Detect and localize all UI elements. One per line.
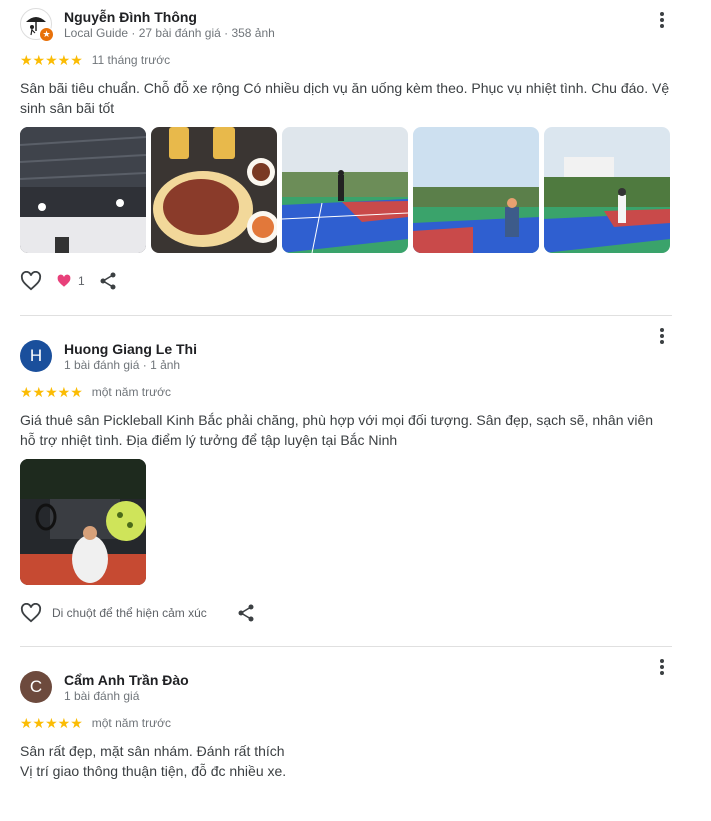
- review-card: ★ Nguyễn Đình Thông Local Guide · 27 bài…: [20, 0, 672, 315]
- like-count: 1: [78, 274, 85, 288]
- review-header: C Cẩm Anh Trần Đào 1 bài đánh giá: [20, 659, 672, 711]
- review-time: một năm trước: [91, 716, 172, 730]
- star-rating: ★★★★★: [20, 714, 83, 731]
- reviewer-avatar[interactable]: C: [20, 671, 52, 703]
- rating-row: ★★★★★ một năm trước: [20, 382, 672, 402]
- vertical-dots-icon: [660, 12, 664, 28]
- rating-row: ★★★★★ một năm trước: [20, 713, 672, 733]
- share-button[interactable]: [237, 604, 255, 622]
- heart-outline-icon: [20, 603, 42, 623]
- review-photo[interactable]: [544, 127, 670, 253]
- review-card: H Huong Giang Le Thi 1 bài đánh giá · 1 …: [20, 315, 672, 646]
- like-button[interactable]: [20, 271, 42, 291]
- review-photo[interactable]: [413, 127, 539, 253]
- reaction-summary[interactable]: 1: [56, 274, 85, 288]
- review-actions: Di chuột để thể hiện cảm xúc: [20, 597, 672, 629]
- more-options-button[interactable]: [652, 324, 672, 348]
- share-button[interactable]: [99, 272, 117, 290]
- share-icon: [100, 272, 116, 290]
- review-text: Giá thuê sân Pickleball Kinh Bắc phải ch…: [20, 412, 654, 448]
- reviewer-avatar[interactable]: ★: [20, 8, 54, 42]
- vertical-dots-icon: [660, 328, 664, 344]
- review-actions: 1: [20, 265, 672, 297]
- reviewer-meta: 1 bài đánh giá: [64, 689, 140, 703]
- reviewer-name[interactable]: Huong Giang Le Thi: [64, 340, 197, 358]
- review-card: C Cẩm Anh Trần Đào 1 bài đánh giá ★★★★★ …: [20, 646, 672, 821]
- review-photo[interactable]: [20, 127, 146, 253]
- star-rating: ★★★★★: [20, 51, 83, 68]
- review-photos: [20, 459, 672, 585]
- more-options-button[interactable]: [652, 8, 672, 32]
- review-text: Sân rất đẹp, mặt sân nhám. Đánh rất thíc…: [20, 741, 672, 781]
- reviewer-name[interactable]: Cẩm Anh Trần Đào: [64, 671, 189, 689]
- review-time: 11 tháng trước: [91, 53, 171, 67]
- reviewer-name[interactable]: Nguyễn Đình Thông: [64, 8, 275, 26]
- react-hint: Di chuột để thể hiện cảm xúc: [52, 606, 207, 620]
- star-rating: ★★★★★: [20, 383, 83, 400]
- avatar-letter: H: [29, 346, 43, 365]
- review-photos: [20, 127, 672, 253]
- reviewer-meta: 1 bài đánh giá · 1 ảnh: [64, 358, 181, 372]
- review-photo[interactable]: [20, 459, 146, 585]
- heart-outline-icon: [20, 271, 42, 291]
- like-button[interactable]: Di chuột để thể hiện cảm xúc: [20, 603, 207, 623]
- review-time: một năm trước: [91, 385, 172, 399]
- review-photo[interactable]: [151, 127, 277, 253]
- local-guide-star-icon: ★: [39, 27, 54, 42]
- heart-filled-icon: [57, 274, 71, 287]
- review-text-line: Vị trí giao thông thuận tiện, đỗ đc nhiề…: [20, 763, 287, 779]
- reviewer-meta: Local Guide · 27 bài đánh giá · 358 ảnh: [64, 26, 275, 40]
- review-header: ★ Nguyễn Đình Thông Local Guide · 27 bài…: [20, 8, 672, 48]
- review-text: Sân bãi tiêu chuẩn. Chỗ đỗ xe rộng Có nh…: [20, 80, 670, 116]
- reviewer-avatar[interactable]: H: [20, 340, 52, 372]
- review-header: H Huong Giang Le Thi 1 bài đánh giá · 1 …: [20, 328, 672, 380]
- share-icon: [238, 604, 254, 622]
- rating-row: ★★★★★ 11 tháng trước: [20, 50, 672, 70]
- vertical-dots-icon: [660, 659, 664, 675]
- review-photo[interactable]: [282, 127, 408, 253]
- review-text-line: Sân rất đẹp, mặt sân nhám. Đánh rất thíc…: [20, 743, 285, 759]
- avatar-letter: C: [29, 677, 43, 696]
- more-options-button[interactable]: [652, 655, 672, 679]
